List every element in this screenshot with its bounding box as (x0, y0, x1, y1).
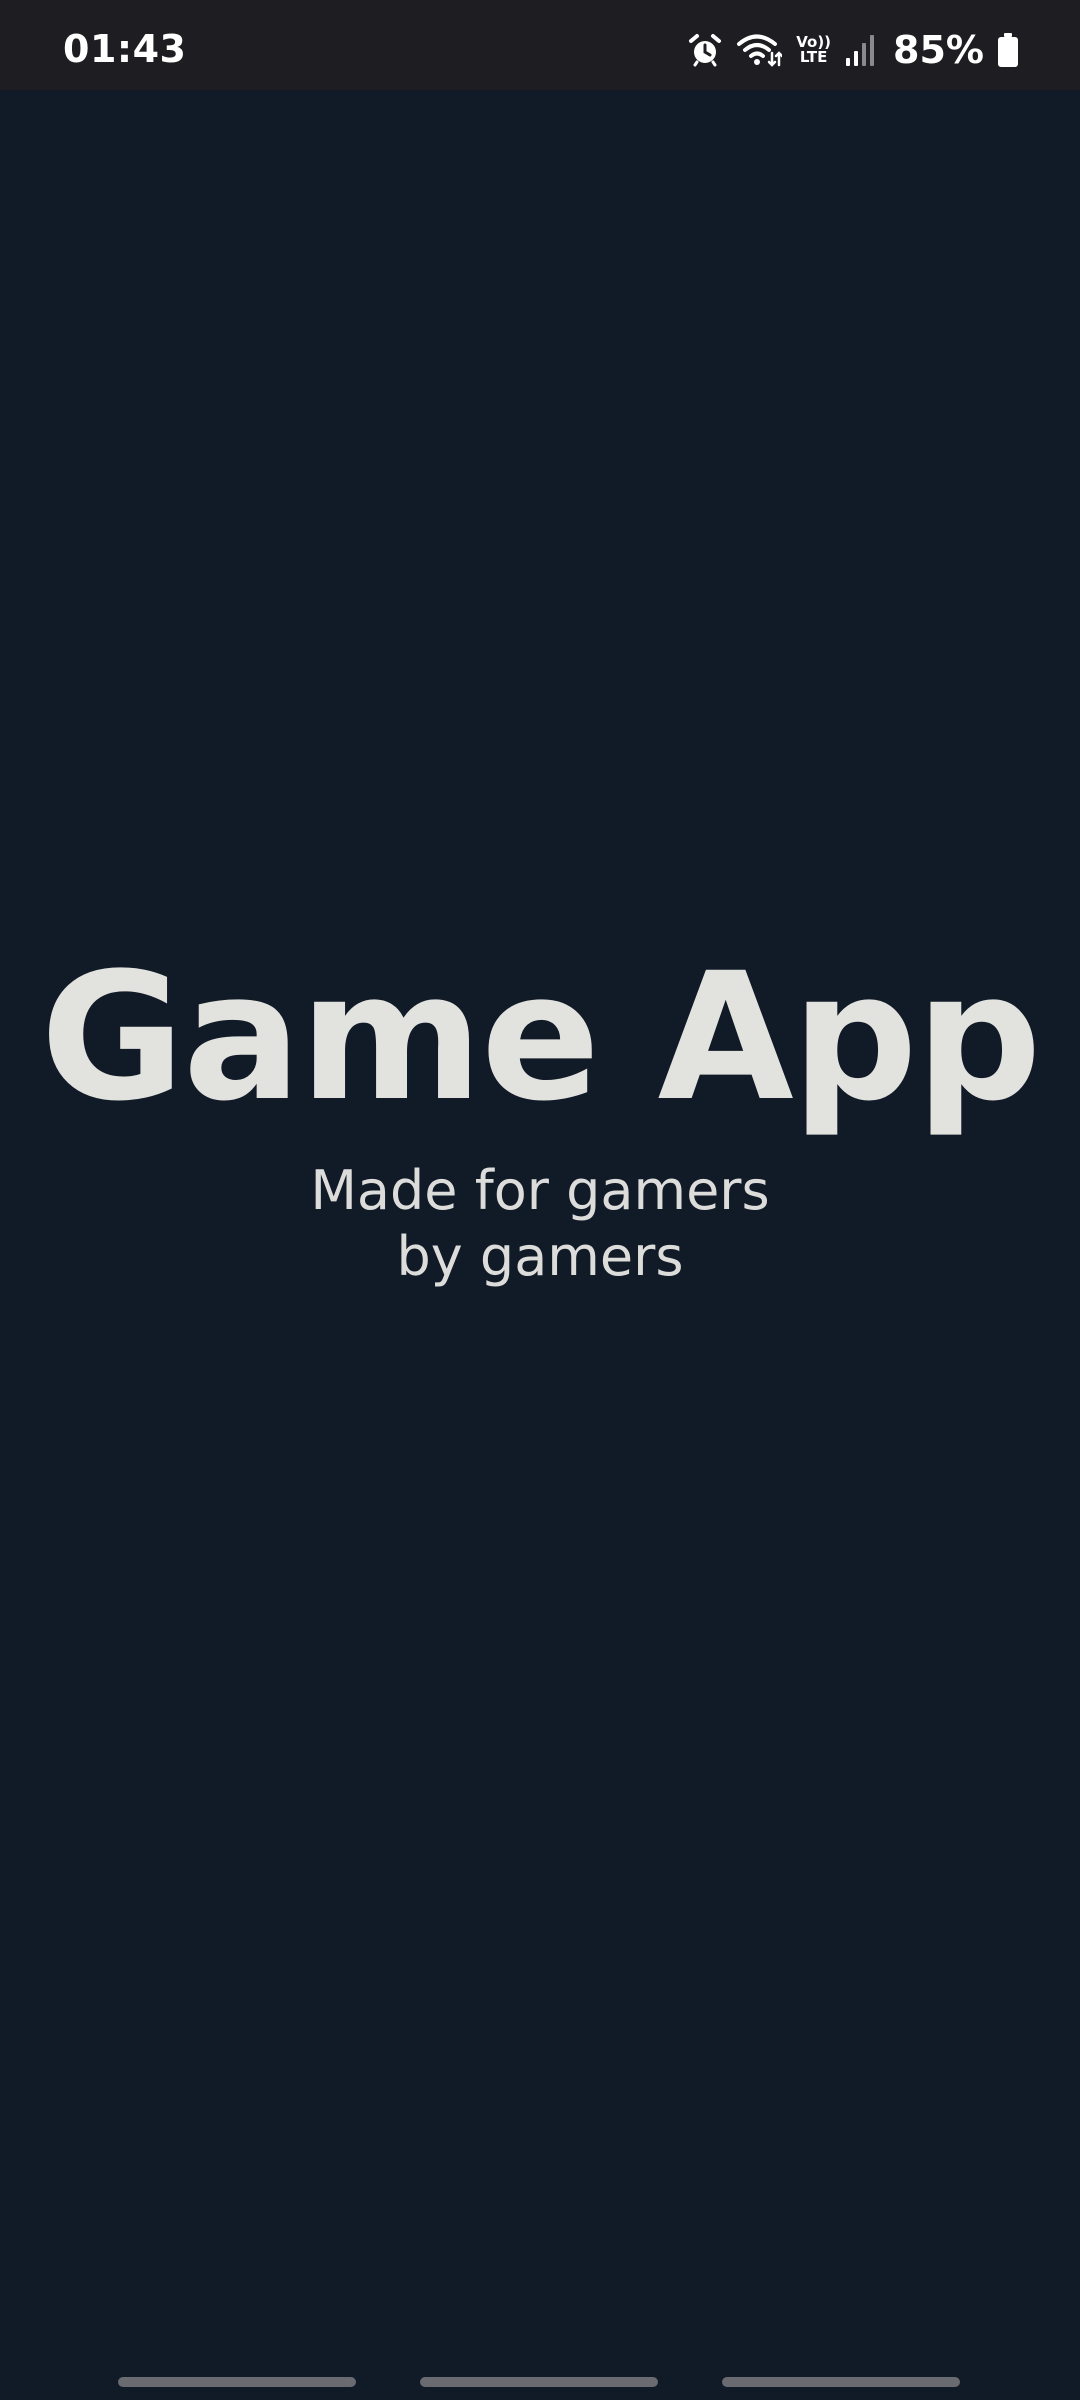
splash-screen: Game App Made for gamers by gamers (0, 90, 1080, 2360)
nav-back-button[interactable] (722, 2377, 960, 2387)
nav-recents-button[interactable] (118, 2377, 356, 2387)
battery-percent: 85% (893, 28, 984, 72)
app-title: Game App (40, 935, 1041, 1140)
tagline-line-1: Made for gamers (310, 1159, 770, 1222)
status-time: 01:43 (63, 27, 187, 71)
volte-icon: Vo)) LTE (796, 35, 831, 65)
nav-home-button[interactable] (420, 2377, 658, 2387)
status-bar: 01:43 Vo)) LTE 85% (0, 0, 1080, 90)
wifi-icon (736, 33, 783, 67)
alarm-icon (688, 33, 722, 67)
battery-icon (998, 33, 1018, 67)
volte-bottom-label: LTE (799, 48, 828, 66)
tagline-line-2: by gamers (396, 1225, 684, 1288)
navigation-bar (0, 2360, 1080, 2400)
app-tagline: Made for gamers by gamers (0, 1158, 1080, 1290)
status-icons: Vo)) LTE 85% (688, 30, 1018, 70)
signal-icon (845, 34, 875, 66)
